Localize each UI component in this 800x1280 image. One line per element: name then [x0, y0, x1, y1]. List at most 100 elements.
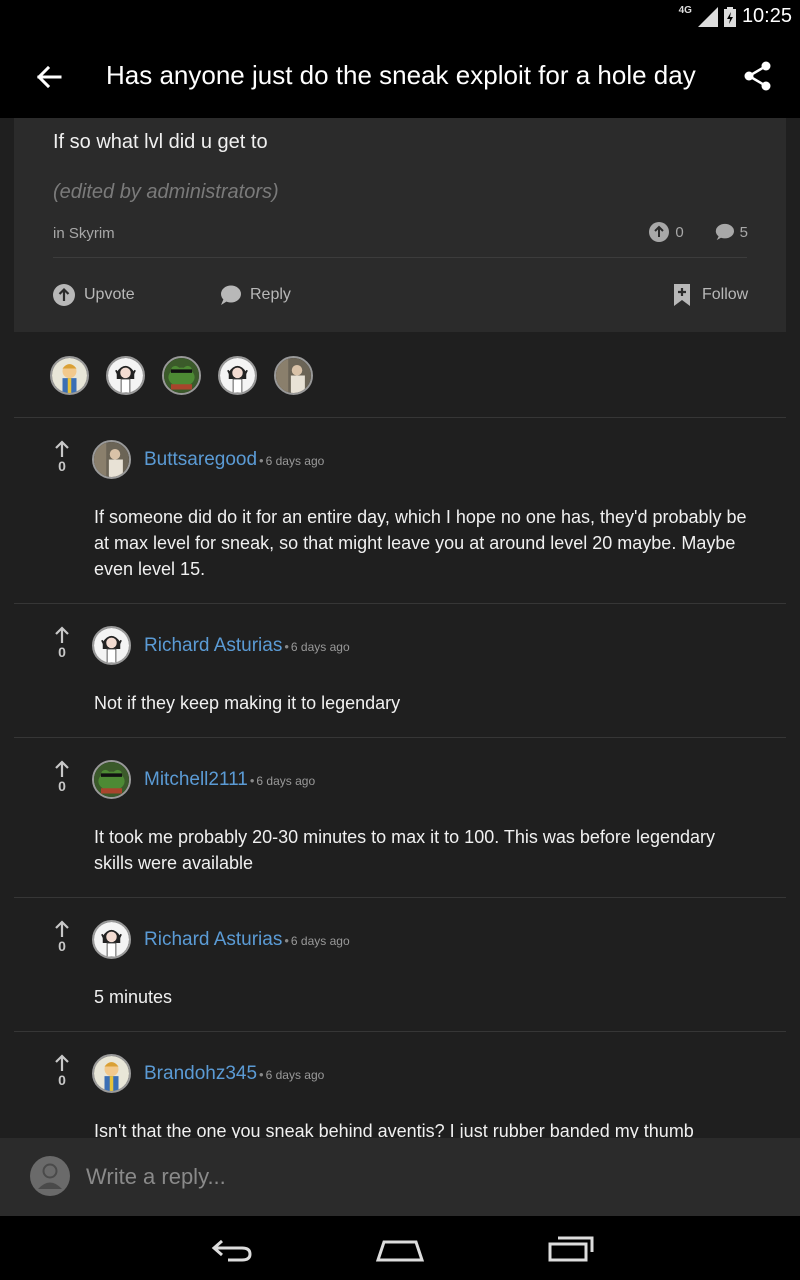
home-nav-icon[interactable]	[374, 1232, 426, 1264]
post-stats: 0 5	[649, 222, 748, 242]
timestamp: 6 days ago	[256, 774, 316, 788]
timestamp: 6 days ago	[290, 934, 350, 948]
participant-avatar[interactable]	[106, 356, 145, 395]
edited-note: (edited by administrators)	[53, 181, 279, 203]
avatar[interactable]	[92, 1054, 131, 1093]
comment-item: 0 Richard Asturias • 6 days ago Not if the…	[14, 603, 786, 738]
network-type: 4G	[678, 5, 692, 16]
frog-avatar-icon	[94, 762, 129, 797]
participant-avatar[interactable]	[218, 356, 257, 395]
follow-label: Follow	[702, 286, 749, 303]
system-nav-bar	[0, 1216, 800, 1280]
comment-vote: 0	[52, 440, 72, 474]
status-bar: 4G 10:25	[0, 0, 800, 36]
upvote-count-icon	[649, 222, 670, 242]
vote-count: 0	[58, 1072, 66, 1088]
character-avatar-icon	[276, 358, 311, 393]
comment-header: Buttsaregood • 6 days ago	[144, 449, 324, 471]
comment-count-icon	[715, 223, 734, 241]
comment-text: If someone did do it for an entire day, …	[94, 507, 747, 579]
frog-avatar-icon	[164, 358, 199, 393]
comment-text: It took me probably 20-30 minutes to max…	[94, 827, 715, 873]
community-link[interactable]: in Skyrim	[53, 225, 115, 242]
reply-count: 5	[739, 223, 748, 241]
anime-girl-avatar-icon	[94, 922, 129, 957]
post-card: If so what lvl did u get to (edited by a…	[14, 118, 786, 332]
username[interactable]: Brandohz345	[144, 1063, 257, 1084]
comment-header: Richard Asturias • 6 days ago	[144, 635, 350, 657]
avatar[interactable]	[92, 920, 131, 959]
comment-item: 0 Buttsaregood • 6 days ago If someone did…	[14, 417, 786, 604]
upvote-button[interactable]: Upvote	[53, 284, 135, 306]
reply-label: Reply	[250, 286, 291, 303]
comment-header: Richard Asturias • 6 days ago	[144, 929, 350, 951]
clock: 10:25	[741, 5, 792, 27]
anime-girl-avatar-icon	[220, 358, 255, 393]
vault-boy-avatar-icon	[52, 358, 87, 393]
separator-dot: •	[249, 773, 255, 788]
upvote-arrow-icon[interactable]	[53, 626, 71, 644]
comment-item: 0 Brandohz345 • 6 days ago Isn't that the …	[14, 1031, 786, 1139]
back-nav-icon[interactable]	[206, 1232, 254, 1264]
participant-avatar[interactable]	[50, 356, 89, 395]
signal-icon	[697, 6, 718, 27]
comment-text: Isn't that the one you sneak behind aven…	[94, 1121, 694, 1139]
comment-header: Brandohz345 • 6 days ago	[144, 1063, 324, 1085]
post-body: If so what lvl did u get to	[53, 131, 268, 153]
timestamp: 6 days ago	[265, 454, 325, 468]
upvote-arrow-icon[interactable]	[53, 440, 71, 458]
separator-dot: •	[259, 453, 264, 468]
anime-girl-avatar-icon	[94, 628, 129, 663]
upvote-icon	[53, 284, 75, 306]
upvote-count: 0	[675, 223, 684, 241]
comment-header: Mitchell2111 • 6 days ago	[144, 769, 315, 791]
comment-item: 0 Mitchell2111 • 6 days ago It took me pro…	[14, 737, 786, 898]
share-icon[interactable]	[740, 58, 776, 94]
comment-item: 0 Richard Asturias • 6 days ago 5 minutes	[14, 897, 786, 1032]
vote-count: 0	[58, 778, 66, 794]
avatar[interactable]	[92, 440, 131, 479]
reply-button[interactable]: Reply	[219, 284, 291, 306]
avatar[interactable]	[92, 760, 131, 799]
avatar[interactable]	[92, 626, 131, 665]
vault-boy-avatar-icon	[94, 1056, 129, 1091]
comment-vote: 0	[52, 1054, 72, 1088]
vote-count: 0	[58, 938, 66, 954]
recents-nav-icon[interactable]	[546, 1232, 596, 1264]
timestamp: 6 days ago	[290, 640, 350, 654]
comment-text: Not if they keep making it to legendary	[94, 693, 401, 713]
username[interactable]: Buttsaregood	[144, 449, 257, 470]
back-arrow-icon[interactable]	[30, 58, 68, 96]
upvote-label: Upvote	[84, 286, 135, 303]
username[interactable]: Richard Asturias	[144, 929, 282, 950]
separator-dot: •	[284, 639, 289, 654]
app-bar: Has anyone just do the sneak exploit for…	[0, 36, 800, 118]
vote-count: 0	[58, 644, 66, 660]
comment-text: 5 minutes	[94, 987, 173, 1007]
reply-icon	[221, 285, 241, 305]
vote-count: 0	[58, 458, 66, 474]
timestamp: 6 days ago	[265, 1068, 325, 1082]
upvote-arrow-icon[interactable]	[53, 920, 71, 938]
divider	[53, 257, 747, 258]
username[interactable]: Mitchell2111	[144, 769, 248, 790]
reply-bar	[0, 1138, 800, 1216]
battery-icon	[723, 6, 736, 27]
upvote-arrow-icon[interactable]	[53, 760, 71, 778]
separator-dot: •	[284, 933, 289, 948]
separator-dot: •	[259, 1067, 264, 1082]
user-avatar-icon	[30, 1156, 70, 1196]
upvote-arrow-icon[interactable]	[53, 1054, 71, 1072]
comment-vote: 0	[52, 626, 72, 660]
page-title: Has anyone just do the sneak exploit for…	[106, 60, 696, 90]
participants-row	[50, 356, 313, 395]
reply-input[interactable]	[86, 1164, 736, 1190]
username[interactable]: Richard Asturias	[144, 635, 282, 656]
participant-avatar[interactable]	[274, 356, 313, 395]
anime-girl-avatar-icon	[108, 358, 143, 393]
follow-button[interactable]: Follow	[671, 284, 748, 306]
bookmark-plus-icon	[674, 284, 690, 306]
comment-vote: 0	[52, 920, 72, 954]
participant-avatar[interactable]	[162, 356, 201, 395]
comment-vote: 0	[52, 760, 72, 794]
